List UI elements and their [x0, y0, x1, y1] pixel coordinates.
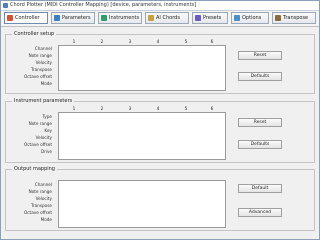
options-icon	[234, 15, 240, 21]
controller-icon	[7, 15, 13, 21]
tab-label: AI Chords	[156, 15, 180, 21]
column-header: 5	[184, 39, 188, 44]
instruments-icon	[101, 15, 107, 21]
column-header: 3	[128, 106, 132, 111]
row-label: Octave offset	[23, 210, 52, 215]
column-header: 4	[156, 106, 160, 111]
app-icon	[3, 3, 8, 8]
column-header: 1	[72, 106, 76, 111]
tab-options[interactable]: Options	[231, 12, 269, 24]
row-label: Key	[44, 128, 52, 133]
tab-label: Options	[242, 15, 262, 21]
instrument-grid[interactable]	[58, 112, 226, 160]
row-label: Note range	[28, 189, 52, 194]
advanced-button[interactable]: Advanced	[238, 208, 282, 217]
tab-transpose[interactable]: Transpose	[272, 12, 316, 24]
tab-label: Presets	[203, 15, 222, 21]
tab-controller[interactable]: Controller	[4, 12, 48, 24]
row-label: Velocity	[35, 135, 52, 140]
controller-grid[interactable]	[58, 45, 226, 91]
row-label: Note range	[28, 121, 52, 126]
chords-icon	[148, 15, 154, 21]
section-instrument-parameters: Instrument parameters 1 2 3 4 5 6 Type N…	[5, 98, 315, 163]
row-label: Velocity	[35, 60, 52, 65]
tab-label: Transpose	[283, 15, 309, 21]
row-label: Octave offset	[23, 74, 52, 79]
defaults-button[interactable]: Defaults	[238, 72, 282, 81]
row-label: Type	[42, 114, 52, 119]
column-header: 1	[72, 39, 76, 44]
presets-icon	[195, 15, 201, 21]
tab-instruments[interactable]: Instruments	[98, 12, 142, 24]
title-bar: Chord Plotter (MIDI Controller Mapping) …	[1, 1, 319, 11]
column-header: 3	[128, 39, 132, 44]
tab-parameters[interactable]: Parameters	[51, 12, 95, 24]
row-label: Note range	[28, 53, 52, 58]
column-header: 2	[100, 106, 104, 111]
tab-label: Instruments	[109, 15, 140, 21]
transpose-icon	[275, 15, 281, 21]
row-label: Transpose	[30, 67, 52, 72]
toolbar: Controller Parameters Instruments AI Cho…	[1, 11, 319, 27]
tab-label: Controller	[15, 15, 40, 21]
parameters-icon	[54, 15, 60, 21]
row-label: Channel	[34, 182, 52, 187]
section-title: Instrument parameters	[12, 98, 75, 104]
section-output-mapping: Output mapping Channel Note range Veloci…	[5, 166, 315, 231]
section-title: Controller setup	[12, 31, 57, 37]
column-header: 4	[156, 39, 160, 44]
app-window: Chord Plotter (MIDI Controller Mapping) …	[0, 0, 320, 240]
defaults-button[interactable]: Defaults	[238, 140, 282, 149]
row-label: Mode	[40, 217, 52, 222]
tab-presets[interactable]: Presets	[192, 12, 228, 24]
section-title: Output mapping	[12, 166, 57, 172]
row-label: Transpose	[30, 203, 52, 208]
column-header: 6	[210, 106, 214, 111]
window-title: Chord Plotter (MIDI Controller Mapping) …	[10, 2, 197, 8]
column-header: 6	[210, 39, 214, 44]
tab-label: Parameters	[62, 15, 91, 21]
reset-button[interactable]: Reset	[238, 51, 282, 60]
row-label: Mode	[40, 81, 52, 86]
output-grid[interactable]	[58, 180, 226, 228]
row-label: Drive	[40, 149, 52, 154]
row-label: Octave offset	[23, 142, 52, 147]
default-button[interactable]: Default	[238, 184, 282, 193]
column-header: 2	[100, 39, 104, 44]
section-controller-setup: Controller setup 1 2 3 4 5 6 Channel Not…	[5, 31, 315, 94]
column-header: 5	[184, 106, 188, 111]
row-label: Velocity	[35, 196, 52, 201]
reset-button[interactable]: Reset	[238, 118, 282, 127]
tab-ai-chords[interactable]: AI Chords	[145, 12, 189, 24]
row-label: Channel	[34, 46, 52, 51]
